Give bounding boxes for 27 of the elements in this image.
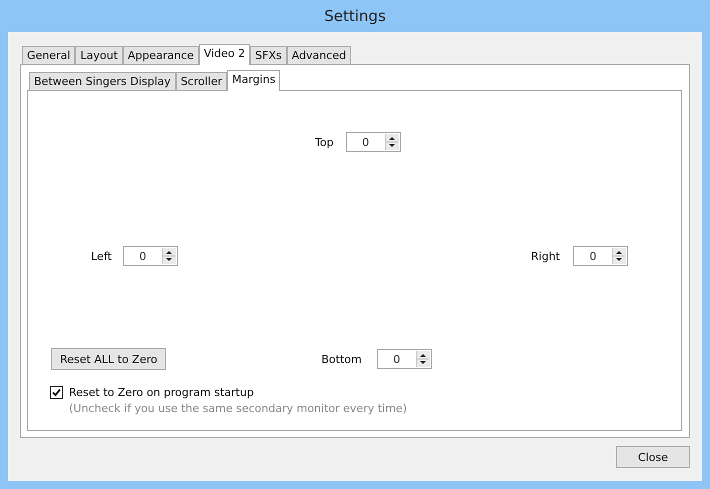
window-title: Settings [324, 7, 386, 25]
number-spinner[interactable]: 0 [376, 349, 432, 369]
up-down-arrows-icon [416, 351, 429, 367]
tab[interactable]: SFXs [250, 46, 287, 64]
tab[interactable]: Advanced [286, 46, 352, 64]
field-label: Left [91, 250, 112, 262]
tab[interactable]: Appearance [122, 46, 199, 64]
up-down-arrows-icon [613, 248, 625, 264]
number-spinner[interactable]: 0 [346, 132, 401, 152]
up-down-arrows-icon [386, 134, 398, 150]
tab[interactable]: Between Singers Display [29, 72, 176, 90]
tab[interactable]: General [22, 46, 76, 64]
reset-button[interactable]: Reset ALL to Zero [51, 348, 166, 370]
number-spinner[interactable]: 0 [573, 246, 628, 266]
checkbox-label: Reset to Zero on program startup [69, 386, 254, 399]
field-label: Right [531, 250, 560, 262]
field-label: Bottom [321, 352, 362, 366]
tab[interactable]: Video 2 [198, 44, 250, 65]
hint-text: (Uncheck if you use the same secondary monitor every time) [69, 402, 407, 415]
tab[interactable]: Margins [227, 70, 280, 91]
field-label: Top [315, 136, 334, 148]
number-spinner[interactable]: 0 [122, 246, 178, 266]
tab[interactable]: Layout [75, 46, 123, 64]
close-button[interactable]: Close [616, 446, 690, 468]
tab[interactable]: Scroller [176, 72, 228, 90]
up-down-arrows-icon [162, 248, 175, 264]
checkbox[interactable] [50, 386, 63, 399]
